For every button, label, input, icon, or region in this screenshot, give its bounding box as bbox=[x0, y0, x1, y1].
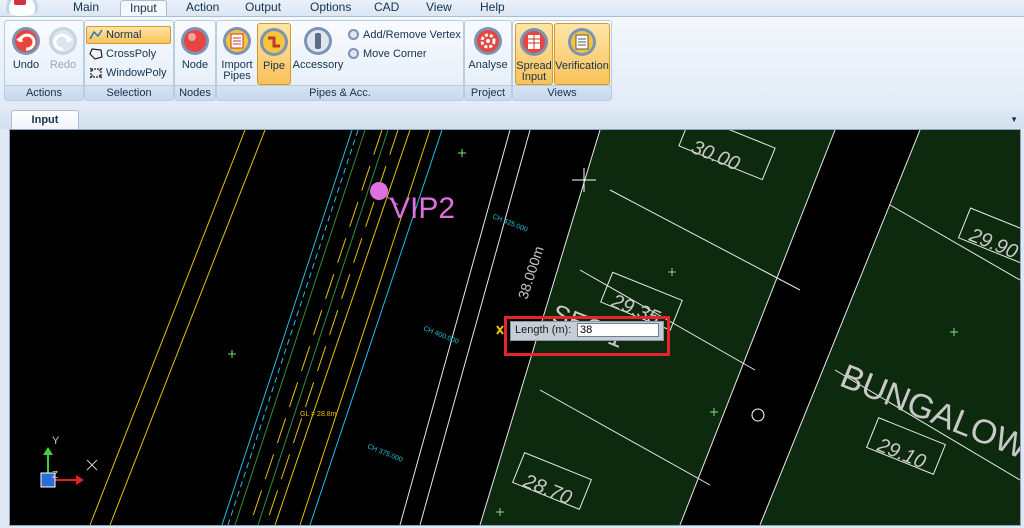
normal-select-icon bbox=[89, 29, 103, 40]
spread-input-label-2: Input bbox=[521, 71, 547, 83]
pipe-button[interactable]: Pipe bbox=[257, 23, 291, 85]
undo-button[interactable]: Undo bbox=[8, 23, 44, 83]
document-tab-bar: Input ▼ bbox=[0, 101, 1024, 130]
app-logo-button[interactable] bbox=[0, 0, 44, 16]
project-group: Analyse Project bbox=[464, 20, 512, 101]
windowpoly-button[interactable]: WindowPoly bbox=[87, 64, 170, 82]
redo-label: Redo bbox=[49, 59, 77, 71]
menu-tab-output[interactable]: Output bbox=[236, 0, 290, 16]
length-input[interactable] bbox=[577, 323, 659, 337]
move-corner-label: Move Corner bbox=[363, 48, 427, 60]
pipes-group-label: Pipes & Acc. bbox=[217, 85, 463, 100]
cad-canvas[interactable]: VIP2 38.000m CH 425.000 CH 400.000 CH 37… bbox=[9, 129, 1021, 526]
analyse-label: Analyse bbox=[468, 59, 508, 71]
nodes-group-label: Nodes bbox=[175, 85, 215, 100]
verification-icon bbox=[568, 28, 596, 56]
project-group-label: Project bbox=[465, 85, 511, 100]
windowpoly-icon bbox=[89, 67, 103, 79]
undo-label: Undo bbox=[12, 59, 40, 71]
crosspoly-label: CrossPoly bbox=[106, 48, 157, 60]
ground-level-label: GL = 28.8m bbox=[300, 411, 337, 418]
actions-group-label: Actions bbox=[5, 85, 83, 100]
move-corner-icon bbox=[348, 48, 359, 59]
menu-tab-main[interactable]: Main bbox=[64, 0, 108, 16]
normal-label: Normal bbox=[106, 29, 142, 41]
pipe-label: Pipe bbox=[262, 60, 286, 72]
menu-tab-help[interactable]: Help bbox=[471, 0, 514, 16]
length-prompt: Length (m): bbox=[510, 321, 664, 341]
accessory-button[interactable]: Accessory bbox=[292, 23, 344, 83]
undo-icon bbox=[12, 27, 40, 55]
menu-tab-cad[interactable]: CAD bbox=[365, 0, 408, 16]
import-pipes-button[interactable]: Import Pipes bbox=[219, 23, 255, 83]
menu-tab-action[interactable]: Action bbox=[177, 0, 228, 16]
spread-input-icon bbox=[520, 28, 548, 56]
add-remove-vertex-label: Add/Remove Vertex bbox=[363, 29, 461, 41]
move-corner-button[interactable]: Move Corner bbox=[345, 45, 430, 63]
analyse-gear-icon bbox=[474, 27, 502, 55]
menu-tab-options[interactable]: Options bbox=[301, 0, 360, 16]
vip-label: VIP2 bbox=[390, 192, 455, 225]
length-prompt-label: Length (m): bbox=[515, 324, 572, 336]
ribbon: Undo Redo Actions Normal CrossPoly Windo… bbox=[0, 16, 1024, 102]
node-icon bbox=[181, 27, 209, 55]
views-group-label: Views bbox=[513, 85, 611, 100]
pipes-group: Import Pipes Pipe Accessory Add/Remove V… bbox=[216, 20, 464, 101]
redo-button[interactable]: Redo bbox=[46, 23, 80, 83]
node-button[interactable]: Node bbox=[177, 23, 213, 83]
views-group: Spread Input Verification Views bbox=[512, 20, 612, 101]
add-remove-vertex-button[interactable]: Add/Remove Vertex bbox=[345, 26, 464, 44]
node-label: Node bbox=[181, 59, 209, 71]
verification-button[interactable]: Verification bbox=[554, 23, 610, 85]
selection-group: Normal CrossPoly WindowPoly Selection bbox=[84, 20, 174, 101]
menu-tab-view[interactable]: View bbox=[417, 0, 461, 16]
normal-selection-button[interactable]: Normal bbox=[86, 26, 171, 44]
pipe-icon bbox=[260, 28, 288, 56]
selection-group-label: Selection bbox=[85, 85, 173, 100]
vertex-icon bbox=[348, 29, 359, 40]
spread-input-button[interactable]: Spread Input bbox=[515, 23, 553, 85]
crosspoly-button[interactable]: CrossPoly bbox=[87, 45, 159, 63]
redo-icon bbox=[49, 27, 77, 55]
verification-label: Verification bbox=[555, 60, 609, 72]
nodes-group: Node Nodes bbox=[174, 20, 216, 101]
axis-z-label: Z bbox=[52, 470, 58, 481]
import-pipes-icon bbox=[223, 27, 251, 55]
crosspoly-icon bbox=[89, 48, 103, 60]
analyse-button[interactable]: Analyse bbox=[467, 23, 509, 83]
actions-group: Undo Redo Actions bbox=[4, 20, 84, 101]
menu-bar: Main Input Action Output Options CAD Vie… bbox=[0, 0, 1024, 18]
accessory-label: Accessory bbox=[292, 59, 344, 71]
windowpoly-label: WindowPoly bbox=[106, 67, 167, 79]
tab-menu-dropdown-icon[interactable]: ▼ bbox=[1010, 115, 1018, 124]
accessory-icon bbox=[304, 27, 332, 55]
axis-y-label: Y bbox=[52, 435, 60, 447]
import-pipes-label-2: Pipes bbox=[223, 70, 251, 82]
tab-input[interactable]: Input bbox=[11, 110, 79, 130]
